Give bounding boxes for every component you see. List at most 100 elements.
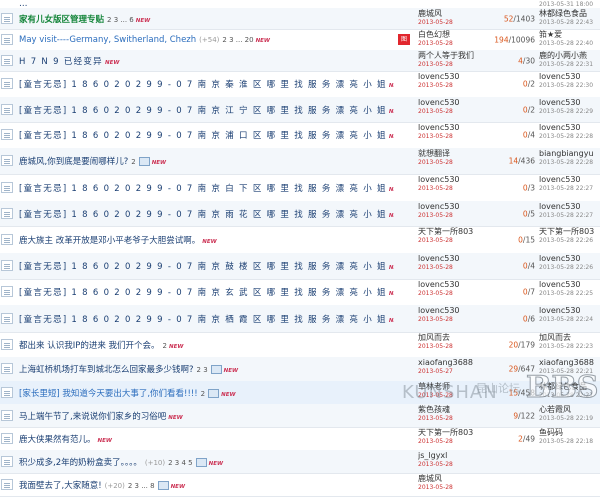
author-name-link[interactable]: js_lgyxl [418, 451, 508, 461]
thread-row[interactable]: [童言无忌] 1 8 6 0 2 0 2 9 9 - 0 7 南 京 秦 淮 区… [0, 71, 600, 98]
last-post: 鹿的小两小燕 2013-05-28 22:31 [539, 51, 600, 69]
thread-subject: 鹿大族主 改革开放是邓小平老爷子大胆尝试啊。 NEW [19, 234, 394, 246]
thread-subject: 家有儿女版区管理专贴 2 3 ... 6 NEW [19, 13, 394, 25]
thread-subject: [童言无忌] 1 8 6 0 2 0 2 9 9 - 0 7 南 京 白 下 区… [19, 182, 394, 194]
last-poster-link[interactable]: 心若霞风 [539, 405, 600, 415]
thread-pages[interactable]: 2 3 ... 20 [222, 36, 253, 44]
thread-row[interactable]: 我面壁去了,大家随意! (+20) 2 3 ... 8 NEW 鹿城风 2013-05-2… [0, 473, 600, 497]
last-poster-link[interactable]: 筘★爱 [539, 30, 600, 40]
view-count: 458 [520, 388, 535, 397]
thread-title-link[interactable]: [童言无忌] 1 8 6 0 2 0 2 9 9 - 0 7 南 京 江 宁 区… [19, 106, 387, 116]
thread-row[interactable]: [童言无忌] 1 8 6 0 2 0 2 9 9 - 0 7 南 京 江 宁 区… [0, 97, 600, 123]
thread-row[interactable]: 家有儿女版区管理专贴 2 3 ... 6 NEW 鹿城风 2013-05-28 52/14… [0, 8, 600, 30]
last-poster-link[interactable]: lovenc530 [539, 254, 600, 264]
thread-title-link[interactable]: 鹿城风,你到底是要闹哪样儿? [19, 157, 128, 167]
thread-title-link[interactable]: [童言无忌] 1 8 6 0 2 0 2 9 9 - 0 7 南 京 栖 霞 区… [19, 315, 387, 325]
thread-row[interactable]: 鹿大族主 改革开放是邓小平老爷子大胆尝试啊。 NEW 天下第一所803 2013-05… [0, 226, 600, 254]
thread-subject: 积少成多,2年的奶粉盒卖了。。。。 (+10) 2 3 4 5 NEW [19, 456, 394, 468]
last-poster-link[interactable]: 鱼码码 [539, 428, 600, 438]
thread-pages[interactable]: 2 [201, 390, 205, 398]
thread-title-link[interactable]: 鹿大族主 改革开放是邓小平老爷子大胆尝试啊。 [19, 236, 200, 246]
thread-row[interactable]: 鹿城风,你到底是要闹哪样儿? 2 NEW 就想翻译 2013-05-28 14/436 bi… [0, 148, 600, 175]
last-poster-link[interactable]: lovenc530 [539, 202, 600, 212]
thread-pages[interactable]: 2 3 ... 8 [128, 482, 155, 490]
thread-title-link[interactable]: May visit----Germany, Switherland, Chezh [19, 35, 196, 45]
last-post: 鱼码码 2013-05-28 22:18 [539, 428, 600, 446]
thread-title-link[interactable]: 鹿大侠果然有范儿。 [19, 435, 96, 445]
thread-row[interactable]: [童言无忌] 1 8 6 0 2 0 2 9 9 - 0 7 南 京 栖 霞 区… [0, 305, 600, 333]
thread-title-link[interactable]: [童言无忌] 1 8 6 0 2 0 2 9 9 - 0 7 南 京 玄 武 区… [19, 288, 387, 298]
thread-row[interactable]: May visit----Germany, Switherland, Chezh… [0, 29, 600, 51]
thread-title-link[interactable]: 都出来 认识我IP的进来 我们开个会。 [19, 341, 160, 351]
reply-view-stats: 0/7 [465, 288, 535, 297]
thread-pages[interactable]: 2 3 [197, 366, 208, 374]
last-post: lovenc530 2013-05-28 22:30 [539, 72, 600, 90]
thread-row[interactable]: [童言无忌] 1 8 6 0 2 0 2 9 9 - 0 7 南 京 白 下 区… [0, 174, 600, 202]
last-post: lovenc530 2013-05-28 22:24 [539, 306, 600, 324]
thread-title-link[interactable]: [童言无忌] 1 8 6 0 2 0 2 9 9 - 0 7 南 京 雨 花 区… [19, 210, 387, 220]
thread-title-link[interactable]: 家有儿女版区管理专贴 [19, 15, 104, 25]
last-poster-link[interactable]: lovenc530 [539, 306, 600, 316]
thread-row[interactable]: [童言无忌] 1 8 6 0 2 0 2 9 9 - 0 7 南 京 浦 口 区… [0, 122, 600, 149]
thread-pages[interactable]: 2 3 4 5 [168, 459, 193, 467]
thread-title-link[interactable]: [家长里短] 我知道今天要出大事了,你们看看!!!! [19, 389, 198, 399]
thread-row[interactable]: [童言无忌] 1 8 6 0 2 0 2 9 9 - 0 7 南 京 鼓 楼 区… [0, 253, 600, 280]
thread-subject: [家长里短] 我知道今天要出大事了,你们看看!!!! 2 NEW [19, 387, 394, 399]
last-poster-link[interactable]: biangbiangyu [539, 149, 600, 159]
thread-row[interactable]: 都出来 认识我IP的进来 我们开个会。 2 NEW 加风而去 2013-05-28 20/… [0, 332, 600, 358]
thread-subject: 马上端午节了,来说说你们家乡的习俗吧 NEW [19, 410, 394, 422]
last-poster-link[interactable]: 加风而去 [539, 333, 600, 343]
thread-title-link[interactable]: 上海虹桥机场打车到城北怎么回家最多少钱啊? [19, 365, 194, 375]
thread-row[interactable]: 鹿大侠果然有范儿。 NEW 天下第一所803 2013-05-28 2/49 鱼码码 201… [0, 427, 600, 451]
thread-title-link[interactable]: [童言无忌] 1 8 6 0 2 0 2 9 9 - 0 7 南 京 浦 口 区… [19, 131, 387, 141]
thread-title-link[interactable]: H 7 N 9 已经变异 [19, 57, 103, 67]
new-badge: NEW [388, 212, 394, 219]
new-badge: NEW [388, 83, 394, 89]
last-poster-link[interactable]: xiaofang3688 [539, 358, 600, 368]
thread-pages[interactable]: 2 3 ... 6 [107, 16, 134, 24]
last-post: lovenc530 2013-05-28 22:29 [539, 98, 600, 116]
new-badge: NEW [151, 160, 167, 166]
thread-title-link[interactable]: 马上端午节了,来说说你们家乡的习俗吧 [19, 412, 166, 422]
thread-title-link[interactable]: [童言无忌] 1 8 6 0 2 0 2 9 9 - 0 7 南 京 鼓 楼 区… [19, 262, 387, 272]
thread-row[interactable]: 积少成多,2年的奶粉盒卖了。。。。 (+10) 2 3 4 5 NEW js_lgyxl… [0, 450, 600, 474]
new-badge: NEW [388, 186, 394, 193]
thread-title-link[interactable]: 我面壁去了,大家随意! [19, 481, 102, 491]
thread-pages[interactable]: 2 [163, 342, 167, 350]
last-post-time: 2013-05-28 22:28 [539, 159, 594, 166]
reply-count: 15 [508, 388, 519, 397]
thread-row[interactable]: H 7 N 9 已经变异 NEW 两个人等于我们 2013-05-28 4/30 鹿的小两… [0, 50, 600, 72]
last-poster-link[interactable]: lovenc530 [539, 98, 600, 108]
last-poster-link[interactable]: lovenc530 [539, 72, 600, 82]
thread-row[interactable]: 上海虹桥机场打车到城北怎么回家最多少钱啊? 2 3 NEW xiaofang3688 2… [0, 357, 600, 382]
thread-title-link[interactable]: [童言无忌] 1 8 6 0 2 0 2 9 9 - 0 7 南 京 秦 淮 区… [19, 80, 387, 90]
last-post-time: 2013-05-28 22:43 [539, 19, 594, 26]
topic-icon [1, 181, 13, 193]
thread-title-link[interactable]: [童言无忌] 1 8 6 0 2 0 2 9 9 - 0 7 南 京 白 下 区… [19, 184, 387, 194]
reply-view-stats: 14/436 [465, 157, 535, 166]
last-post: xiaofang3688 2013-05-28 22:21 [539, 358, 600, 376]
thread-list: … 2013-05-31 18:00 家有儿女版区管理专贴 2 3 ... 6 NEW 鹿… [0, 0, 600, 497]
last-post-time: 2013-05-28 22:19 [539, 415, 594, 422]
last-post-time: 2013-05-28 22:28 [539, 133, 594, 140]
topic-icon [1, 409, 13, 421]
thread-row[interactable]: [家长里短] 我知道今天要出大事了,你们看看!!!! 2 NEW 草林老师 2013-0… [0, 381, 600, 405]
new-badge: NEW [223, 368, 239, 374]
new-badge: NEW [388, 108, 394, 115]
author-name-link[interactable]: 鹿城风 [418, 474, 508, 484]
last-poster-link[interactable]: lovenc530 [539, 123, 600, 133]
thread-title-link[interactable]: 积少成多,2年的奶粉盒卖了。。。。 [19, 458, 142, 468]
view-count: 3 [530, 183, 535, 192]
thread-row[interactable]: [童言无忌] 1 8 6 0 2 0 2 9 9 - 0 7 南 京 玄 武 区… [0, 279, 600, 306]
thread-pages[interactable]: 2 [131, 158, 135, 166]
last-poster-link[interactable]: 天下第一所803 [539, 227, 600, 237]
last-poster-link[interactable]: lovenc530 [539, 280, 600, 290]
thread-row[interactable]: 马上端午节了,来说说你们家乡的习俗吧 NEW 紫色孩魂 2013-05-28 9/122… [0, 404, 600, 428]
reply-view-stats: 52/1403 [465, 14, 535, 23]
last-poster-link[interactable]: 林都绿色食品 [539, 382, 600, 392]
last-poster-link[interactable]: 林都绿色食品 [539, 9, 600, 19]
last-poster-link[interactable]: lovenc530 [539, 175, 600, 185]
thread-row[interactable]: [童言无忌] 1 8 6 0 2 0 2 9 9 - 0 7 南 京 雨 花 区… [0, 201, 600, 227]
view-count: 7 [530, 287, 535, 297]
last-poster-link[interactable]: 鹿的小两小燕 [539, 51, 600, 61]
